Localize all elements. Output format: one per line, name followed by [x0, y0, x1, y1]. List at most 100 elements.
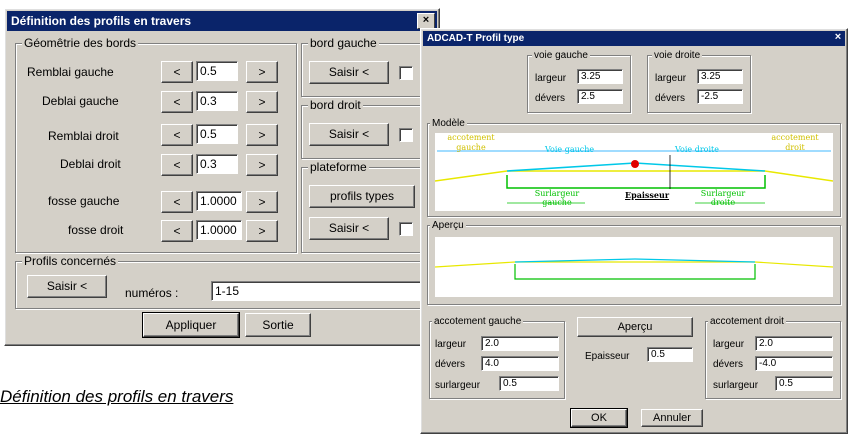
annuler-button[interactable]: Annuler — [641, 409, 703, 427]
modele-surlargeur-droite-label: Surlargeur droite — [700, 189, 746, 207]
fosse-gauche-increment-button[interactable]: > — [246, 191, 278, 213]
deblai-droit-input[interactable]: 0.3 — [196, 154, 238, 174]
modele-canvas: accotement gauche Voie gauche Voie droit… — [435, 133, 833, 211]
remblai-droit-input[interactable]: 0.5 — [196, 124, 238, 144]
voie-droite-devers-input[interactable]: -2.5 — [697, 89, 743, 104]
acc-gauche-devers-input[interactable]: 4.0 — [481, 356, 559, 371]
deblai-droit-label: Deblai droit — [60, 157, 121, 171]
voie-gauche-largeur-label: largeur — [535, 73, 567, 84]
voie-droite-legend: voie droite — [652, 50, 703, 61]
voie-gauche-devers-label: dévers — [535, 93, 566, 104]
acc-gauche-legend: accotement gauche — [432, 316, 524, 327]
decrement-icon: < — [173, 95, 181, 109]
apercu-button[interactable]: Aperçu — [577, 317, 693, 337]
acc-droit-largeur-input[interactable]: 2.0 — [755, 336, 833, 351]
decrement-icon: < — [173, 224, 181, 238]
deblai-gauche-decrement-button[interactable]: < — [161, 91, 193, 113]
profils-dialog-title: Définition des profils en travers — [11, 14, 192, 28]
bord-droit-saisir-button[interactable]: Saisir < — [309, 123, 389, 146]
geometry-legend: Géomêtrie des bords — [22, 36, 139, 50]
numeros-input[interactable]: 1-15 — [211, 281, 433, 301]
appliquer-button[interactable]: Appliquer — [142, 312, 240, 338]
fosse-droit-increment-button[interactable]: > — [246, 220, 278, 242]
acc-gauche-largeur-label: largeur — [435, 339, 467, 350]
fosse-droit-input[interactable]: 1.0000 — [196, 220, 242, 240]
epaisseur-label: Epaisseur — [585, 351, 630, 362]
voie-gauche-legend: voie gauche — [532, 50, 590, 61]
profils-dialog-titlebar: Définition des profils en travers × — [7, 11, 437, 31]
bord-gauche-checkbox[interactable] — [399, 66, 413, 80]
deblai-gauche-label: Deblai gauche — [42, 94, 119, 108]
acc-droit-surlargeur-input[interactable]: 0.5 — [775, 376, 833, 391]
acc-droit-devers-input[interactable]: -4.0 — [755, 356, 833, 371]
modele-voie-gauche-label: Voie gauche — [545, 145, 595, 154]
profils-saisir-button[interactable]: Saisir < — [27, 275, 107, 298]
modele-acc-droit-label: accotement droit — [771, 133, 819, 152]
remblai-gauche-input[interactable]: 0.5 — [196, 61, 238, 81]
apercu-canvas — [435, 237, 833, 297]
profils-legend: Profils concernés — [22, 254, 119, 268]
plateforme-saisir-button[interactable]: Saisir < — [309, 217, 389, 240]
increment-icon: > — [258, 95, 266, 109]
profil-type-title: ADCAD-T Profil type — [427, 33, 525, 44]
profils-types-button[interactable]: profils types — [309, 185, 415, 208]
remblai-gauche-increment-button[interactable]: > — [246, 61, 278, 83]
deblai-gauche-increment-button[interactable]: > — [246, 91, 278, 113]
profils-dialog: Définition des profils en travers × Géom… — [4, 8, 440, 346]
ok-button[interactable]: OK — [570, 408, 628, 428]
increment-icon: > — [258, 195, 266, 209]
close-button[interactable]: × — [831, 31, 845, 44]
apercu-plateforme-outline — [514, 264, 756, 280]
apercu-terrain-line — [435, 261, 833, 268]
voie-gauche-largeur-input[interactable]: 3.25 — [577, 69, 623, 84]
fosse-gauche-input[interactable]: 1.0000 — [196, 191, 242, 211]
acc-gauche-devers-label: dévers — [435, 359, 466, 370]
decrement-icon: < — [173, 195, 181, 209]
acc-droit-surlargeur-label: surlargeur — [713, 380, 759, 391]
modele-surlargeur-gauche-label: Surlargeur gauche — [534, 189, 580, 207]
remblai-droit-increment-button[interactable]: > — [246, 124, 278, 146]
voie-gauche-devers-input[interactable]: 2.5 — [577, 89, 623, 104]
fosse-droit-decrement-button[interactable]: < — [161, 220, 193, 242]
remblai-gauche-label: Remblai gauche — [27, 65, 114, 79]
modele-legend: Modèle — [430, 118, 467, 129]
sortie-button[interactable]: Sortie — [245, 313, 311, 337]
modele-epaisseur-label: Epaisseur — [625, 190, 670, 200]
voie-gauche-group: voie gauche — [527, 50, 631, 113]
bord-gauche-saisir-button[interactable]: Saisir < — [309, 61, 389, 84]
epaisseur-input[interactable]: 0.5 — [647, 347, 693, 362]
remblai-droit-label: Remblai droit — [48, 129, 119, 143]
modele-acc-gauche-label: accotement gauche — [447, 133, 495, 152]
voie-droite-group: voie droite — [647, 50, 751, 113]
remblai-gauche-decrement-button[interactable]: < — [161, 61, 193, 83]
decrement-icon: < — [173, 128, 181, 142]
acc-gauche-largeur-input[interactable]: 2.0 — [481, 336, 559, 351]
plateforme-legend: plateforme — [308, 160, 369, 174]
profil-type-dialog: ADCAD-T Profil type × voie gauche largeu… — [420, 28, 848, 434]
deblai-droit-increment-button[interactable]: > — [246, 154, 278, 176]
increment-icon: > — [258, 65, 266, 79]
remblai-droit-decrement-button[interactable]: < — [161, 124, 193, 146]
deblai-droit-decrement-button[interactable]: < — [161, 154, 193, 176]
voie-droite-largeur-input[interactable]: 3.25 — [697, 69, 743, 84]
profil-type-titlebar: ADCAD-T Profil type × — [423, 31, 845, 46]
fosse-droit-label: fosse droit — [68, 223, 124, 237]
plateforme-group: plateforme — [301, 160, 427, 253]
bord-gauche-legend: bord gauche — [308, 36, 379, 50]
voie-droite-largeur-label: largeur — [655, 73, 687, 84]
fosse-gauche-decrement-button[interactable]: < — [161, 191, 193, 213]
close-button[interactable]: × — [417, 13, 435, 29]
increment-icon: > — [258, 128, 266, 142]
axis-point-icon — [631, 160, 639, 168]
acc-droit-devers-label: dévers — [713, 359, 744, 370]
bord-droit-checkbox[interactable] — [399, 128, 413, 142]
plateforme-checkbox[interactable] — [399, 222, 413, 236]
acc-droit-legend: accotement droit — [708, 316, 786, 327]
acc-gauche-surlargeur-input[interactable]: 0.5 — [499, 376, 559, 391]
decrement-icon: < — [173, 158, 181, 172]
close-icon: × — [422, 14, 430, 26]
deblai-gauche-input[interactable]: 0.3 — [196, 91, 238, 111]
close-icon: × — [834, 31, 842, 43]
increment-icon: > — [258, 158, 266, 172]
plateforme-outline — [506, 175, 766, 189]
